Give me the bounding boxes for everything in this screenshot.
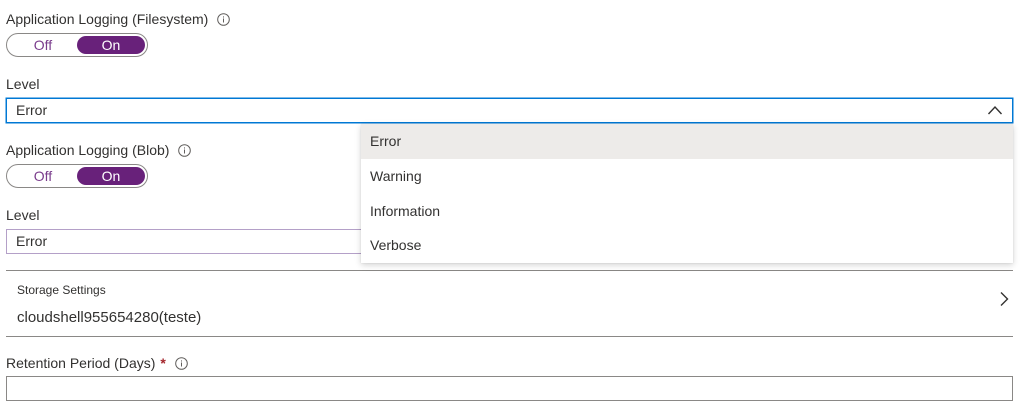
dropdown-option-error[interactable]: Error	[361, 124, 1013, 159]
app-logging-filesystem-label: Application Logging (Filesystem)	[6, 11, 209, 27]
app-logging-blob-toggle[interactable]: Off On	[6, 164, 148, 188]
blob-level-value: Error	[16, 233, 48, 249]
chevron-up-icon[interactable]	[987, 104, 1003, 116]
info-icon[interactable]	[217, 12, 231, 26]
blob-level-label-row: Level	[6, 207, 39, 223]
filesystem-level-select[interactable]: Error	[6, 98, 1013, 123]
required-marker: *	[160, 355, 166, 371]
toggle-off-option[interactable]: Off	[9, 36, 77, 54]
toggle-on-option[interactable]: On	[77, 36, 145, 54]
divider	[6, 336, 1013, 337]
storage-settings-row[interactable]: Storage Settings cloudshell955654280(tes…	[6, 271, 1013, 336]
retention-label-row: Retention Period (Days) *	[6, 355, 188, 371]
chevron-right-icon[interactable]	[999, 291, 1009, 307]
level-dropdown-list: Error Warning Information Verbose	[361, 124, 1013, 263]
dropdown-option-warning[interactable]: Warning	[361, 159, 1013, 194]
dropdown-option-information[interactable]: Information	[361, 194, 1013, 229]
toggle-on-option[interactable]: On	[77, 167, 145, 185]
app-logging-blob-label-row: Application Logging (Blob)	[6, 142, 192, 158]
app-logging-filesystem-toggle[interactable]: Off On	[6, 33, 148, 57]
level-label: Level	[6, 76, 40, 92]
storage-settings-value: cloudshell955654280(teste)	[17, 309, 202, 326]
info-icon[interactable]	[175, 356, 188, 370]
app-logging-blob-label: Application Logging (Blob)	[6, 142, 170, 158]
logging-settings-panel: Application Logging (Filesystem) Off On …	[0, 0, 1024, 407]
filesystem-level-value: Error	[16, 102, 48, 118]
retention-period-input[interactable]	[6, 376, 1013, 401]
toggle-off-option[interactable]: Off	[9, 167, 77, 185]
info-icon[interactable]	[178, 143, 192, 157]
app-logging-filesystem-label-row: Application Logging (Filesystem)	[6, 11, 231, 27]
storage-settings-label: Storage Settings	[17, 283, 106, 297]
level-label: Level	[6, 207, 40, 223]
retention-period-label: Retention Period (Days)	[6, 355, 156, 371]
dropdown-option-verbose[interactable]: Verbose	[361, 228, 1013, 263]
level-label-row: Level	[6, 76, 39, 92]
